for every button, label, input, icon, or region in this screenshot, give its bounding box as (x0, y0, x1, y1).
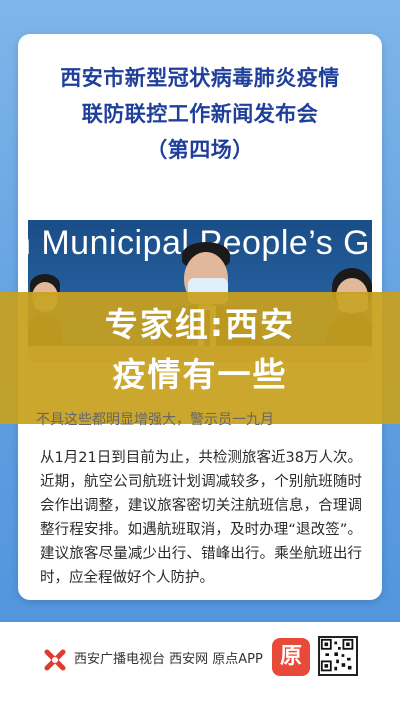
article-paragraph: 从1月21日到目前为止，共检测旅客近38万人次。近期，航空公司航班计划调减较多，… (40, 450, 362, 586)
title-line-1: 西安市新型冠状病毒肺炎疫情 (60, 65, 340, 90)
headline-line-1: 专家组:西安 (104, 305, 296, 344)
station-logo-icon (44, 649, 66, 671)
article-body: 从1月21日到目前为止，共检测旅客近38万人次。近期，航空公司航班计划调减较多，… (40, 446, 362, 590)
app-logo-icon: 原 (272, 638, 310, 676)
press-conference-title: 西安市新型冠状病毒肺炎疫情 联防联控工作新闻发布会 （第四场） (18, 60, 382, 168)
headline-line-2: 疫情有一些 (112, 355, 288, 394)
faded-text-line: 不具这些都明显增强大，警示员一九月 (36, 412, 274, 428)
headline: 专家组:西安 疫情有一些 (0, 300, 400, 400)
publisher-names: 西安广播电视台 西安网 原点APP (74, 652, 263, 667)
title-line-2: 联防联控工作新闻发布会 (81, 101, 319, 126)
qr-code-icon (318, 636, 358, 676)
title-line-3: （第四场） (146, 137, 254, 162)
footer: 西安广播电视台 西安网 原点APP 原 (0, 622, 400, 710)
